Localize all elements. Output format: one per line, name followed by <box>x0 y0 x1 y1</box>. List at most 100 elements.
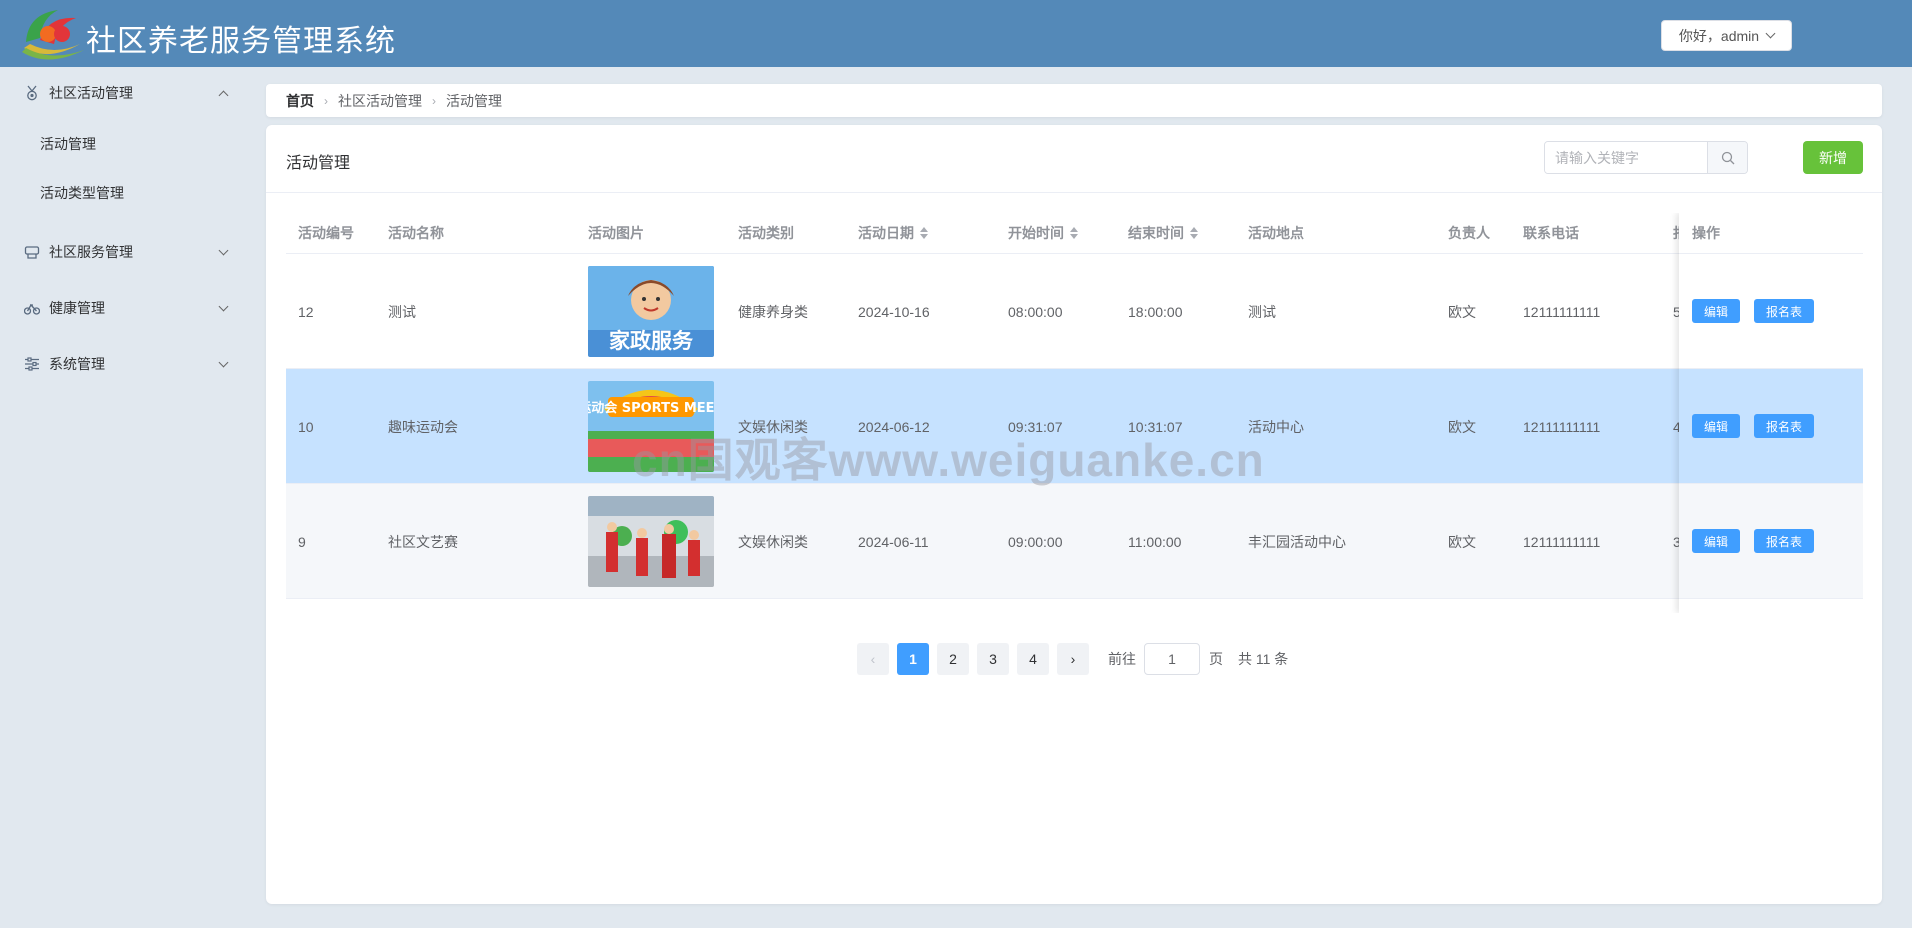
cell-owner: 欧文 <box>1448 418 1476 435</box>
top-header: 社区养老服务管理系统 你好，admin <box>0 0 1912 67</box>
chevron-down-icon <box>218 245 229 255</box>
app-title: 社区养老服务管理系统 <box>86 25 396 58</box>
cell-image: 家政服务 <box>588 254 714 369</box>
sidebar-item-label: 社区活动管理 <box>49 85 133 101</box>
next-page-button[interactable]: › <box>1057 643 1089 675</box>
page-unit-label: 页 <box>1209 651 1223 667</box>
chevron-down-icon <box>1765 28 1776 39</box>
prev-page-button[interactable]: ‹ <box>857 643 889 675</box>
column-header-sortable[interactable]: 开始时间 <box>1008 213 1078 254</box>
cell-name: 趣味运动会 <box>388 418 458 435</box>
bicycle-icon <box>24 303 40 315</box>
operations-column: 操作 编辑 报名表 编辑 报名表 编辑 报名表 <box>1679 213 1863 613</box>
activity-image[interactable] <box>588 496 714 587</box>
signup-list-button[interactable]: 报名表 <box>1754 414 1814 438</box>
cell-start: 09:00:00 <box>1008 533 1063 550</box>
operations-cell: 编辑 报名表 <box>1679 254 1863 369</box>
chevron-right-icon: › <box>324 93 328 108</box>
column-header: 活动编号 <box>298 225 354 241</box>
chevron-right-icon: › <box>432 93 436 108</box>
column-header: 活动地点 <box>1248 225 1304 241</box>
cell-name: 社区文艺赛 <box>388 533 458 550</box>
cell-id: 12 <box>298 303 314 320</box>
sidebar-item-community-service[interactable]: 社区服务管理 <box>0 228 250 276</box>
activity-image[interactable]: 趣味运动会 SPORTS MEETING <box>588 381 714 472</box>
cell-location: 丰汇园活动中心 <box>1248 533 1346 550</box>
chevron-up-icon <box>218 90 229 100</box>
breadcrumb: 首页 › 社区活动管理 › 活动管理 <box>266 84 1882 117</box>
sort-icon[interactable] <box>920 227 928 240</box>
goto-page-input[interactable] <box>1144 643 1200 675</box>
sidebar-item-system[interactable]: 系统管理 <box>0 340 250 388</box>
cell-id: 9 <box>298 533 306 550</box>
column-header-sortable[interactable]: 活动日期 <box>858 213 928 254</box>
activity-table: 活动编号 活动名称 活动图片 活动类别 活动日期 开始时间 结束时间 活动地点 … <box>286 213 1863 613</box>
table-row[interactable]: 10 趣味运动会 趣味运动会 SPORTS MEETING 文娱休闲类 20 <box>286 369 1863 484</box>
main-card: 活动管理 新增 活动编号 活动名称 活动图片 活动类别 活动日期 开始时间 结束… <box>266 125 1882 904</box>
cell-owner: 欧文 <box>1448 533 1476 550</box>
column-header: 活动名称 <box>388 225 444 241</box>
goto-label: 前往 <box>1108 651 1136 667</box>
chevron-down-icon <box>218 357 229 367</box>
column-header: 联系电话 <box>1523 225 1579 241</box>
cell-id: 10 <box>298 418 314 435</box>
sidebar-subitem-activity-type[interactable]: 活动类型管理 <box>0 169 250 217</box>
cell-phone: 12111111111 <box>1523 418 1601 435</box>
search-icon <box>1721 151 1734 164</box>
sidebar-item-community-activity[interactable]: 社区活动管理 <box>0 69 250 117</box>
total-count: 共 11 条 <box>1238 651 1289 667</box>
cell-location: 活动中心 <box>1248 418 1304 435</box>
sidebar-subitem-activity[interactable]: 活动管理 <box>0 120 250 168</box>
page-title: 活动管理 <box>286 155 351 172</box>
search-button[interactable] <box>1707 142 1747 173</box>
page-number[interactable]: 3 <box>977 643 1009 675</box>
signup-list-button[interactable]: 报名表 <box>1754 299 1814 323</box>
table-row[interactable]: 12 测试 家政服务 健康养身类 2024-10-16 08:00:00 18:… <box>286 254 1863 369</box>
operations-cell: 编辑 报名表 <box>1679 369 1863 484</box>
cell-end: 11:00:00 <box>1128 533 1182 550</box>
page-number[interactable]: 1 <box>897 643 929 675</box>
cell-phone: 12111111111 <box>1523 533 1601 550</box>
sidebar-item-label: 社区服务管理 <box>49 244 133 260</box>
card-header: 活动管理 新增 <box>266 125 1882 193</box>
page-number[interactable]: 4 <box>1017 643 1049 675</box>
signup-list-button[interactable]: 报名表 <box>1754 529 1814 553</box>
add-button[interactable]: 新增 <box>1803 141 1863 174</box>
cell-category: 文娱休闲类 <box>738 418 808 435</box>
breadcrumb-item: 活动管理 <box>446 92 502 109</box>
edit-button[interactable]: 编辑 <box>1692 299 1740 323</box>
user-menu-button[interactable]: 你好，admin <box>1661 20 1792 51</box>
search-box <box>1544 141 1748 174</box>
table-row[interactable]: 9 社区文艺赛 文娱休闲类 2024-06-11 09:00:00 11:00:… <box>286 484 1863 599</box>
svg-text:家政服务: 家政服务 <box>609 329 694 353</box>
breadcrumb-item: 社区活动管理 <box>338 92 422 109</box>
operations-header: 操作 <box>1679 213 1863 254</box>
cell-end: 18:00:00 <box>1128 303 1183 320</box>
sort-icon[interactable] <box>1070 227 1078 240</box>
cell-image: 趣味运动会 SPORTS MEETING <box>588 369 714 484</box>
column-header-sortable[interactable]: 结束时间 <box>1128 213 1198 254</box>
edit-button[interactable]: 编辑 <box>1692 529 1740 553</box>
logo-icon <box>22 10 84 60</box>
cell-category: 文娱休闲类 <box>738 533 808 550</box>
breadcrumb-home[interactable]: 首页 <box>286 91 314 111</box>
sidebar-item-label: 系统管理 <box>49 356 105 372</box>
search-input[interactable] <box>1545 142 1707 173</box>
cell-location: 测试 <box>1248 303 1276 320</box>
sort-icon[interactable] <box>1190 227 1198 240</box>
sidebar-item-health[interactable]: 健康管理 <box>0 284 250 332</box>
page-number[interactable]: 2 <box>937 643 969 675</box>
cell-end: 10:31:07 <box>1128 418 1183 435</box>
column-header: 活动图片 <box>588 225 644 241</box>
chevron-down-icon <box>218 301 229 311</box>
cell-date: 2024-10-16 <box>858 303 930 320</box>
cell-start: 08:00:00 <box>1008 303 1063 320</box>
activity-image[interactable]: 家政服务 <box>588 266 714 357</box>
cell-phone: 12111111111 <box>1523 303 1601 320</box>
medal-icon <box>27 85 37 101</box>
edit-button[interactable]: 编辑 <box>1692 414 1740 438</box>
svg-text:趣味运动会 SPORTS MEETING: 趣味运动会 SPORTS MEETING <box>588 400 714 416</box>
sidebar: 社区活动管理 活动管理 活动类型管理 社区服务管理 健康管理 系统管理 <box>0 67 250 928</box>
cell-date: 2024-06-11 <box>858 533 929 550</box>
service-icon <box>24 246 40 259</box>
